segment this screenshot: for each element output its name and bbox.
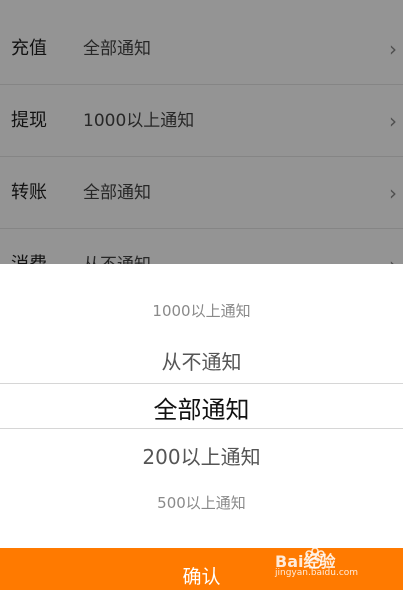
confirm-button[interactable]: 确认 [0, 548, 403, 590]
picker-sheet: 1000以上通知 从不通知 全部通知 200以上通知 500以上通知 [0, 264, 403, 548]
confirm-label: 确认 [182, 566, 221, 588]
picker-option[interactable]: 500以上通知 [0, 492, 403, 513]
selection-divider-bottom [0, 428, 403, 429]
picker-option[interactable]: 200以上通知 [0, 441, 403, 470]
picker-option-selected[interactable]: 全部通知 [0, 390, 403, 425]
modal-overlay[interactable] [0, 0, 403, 264]
picker-option[interactable]: 从不通知 [0, 346, 403, 375]
picker-option[interactable]: 1000以上通知 [0, 300, 403, 321]
selection-divider-top [0, 383, 403, 384]
